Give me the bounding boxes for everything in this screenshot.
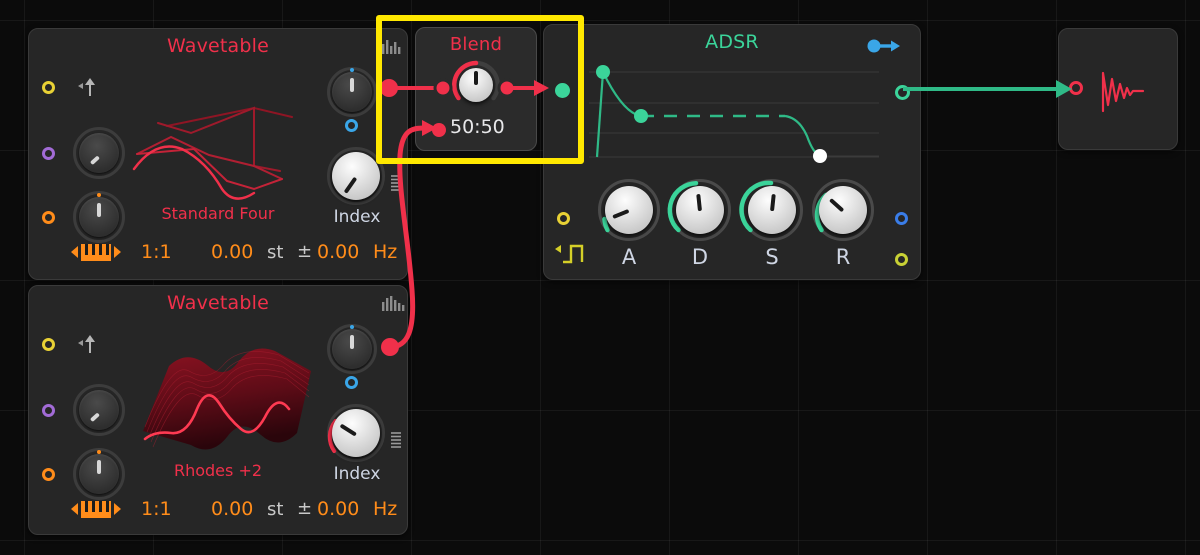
knob-label-d: D — [691, 245, 709, 269]
semitone-value[interactable]: 0.00 — [211, 241, 253, 263]
keyboard-tracking-icon[interactable] — [69, 241, 123, 263]
knob-blend[interactable] — [451, 60, 501, 110]
knob-index[interactable] — [327, 404, 385, 462]
decay-waveform-icon — [1099, 67, 1147, 113]
ratio-value[interactable]: 1:1 — [141, 241, 172, 263]
port-purple-in[interactable] — [42, 404, 55, 417]
port-blue-mod[interactable] — [345, 376, 358, 389]
index-slider-icon[interactable] — [390, 431, 402, 449]
port-yellow-in[interactable] — [42, 81, 55, 94]
port-blue-out[interactable] — [895, 212, 908, 225]
knob-attack[interactable] — [598, 179, 660, 241]
sync-arrow-icon[interactable] — [75, 332, 99, 356]
knob-shape[interactable] — [73, 127, 125, 179]
module-blend[interactable]: Blend 50:50 — [415, 27, 537, 151]
module-title: Wavetable — [166, 35, 270, 57]
keyboard-tracking-icon[interactable] — [69, 498, 123, 520]
spectrum-icon[interactable] — [381, 294, 405, 312]
index-slider-icon[interactable] — [390, 174, 402, 192]
ratio-value[interactable]: 1:1 — [141, 498, 172, 520]
gate-square-icon[interactable] — [554, 241, 588, 265]
module-wavetable-2[interactable]: Wavetable Rhodes +2 Index 1:1 0.00 st ± … — [28, 285, 408, 535]
knob-label-a: A — [621, 245, 637, 269]
port-yellow-in[interactable] — [42, 338, 55, 351]
knob-sustain[interactable] — [739, 179, 803, 241]
knob-shape[interactable] — [73, 384, 125, 436]
knob-release[interactable] — [812, 179, 874, 241]
port-green-trigger-in[interactable] — [555, 83, 570, 98]
semitone-unit: st — [267, 242, 284, 263]
sync-arrow-icon[interactable] — [75, 75, 99, 99]
port-purple-in[interactable] — [42, 147, 55, 160]
semitone-value[interactable]: 0.00 — [211, 498, 253, 520]
detune-unit: Hz — [373, 498, 398, 520]
spectrum-icon[interactable] — [381, 37, 405, 55]
knob-index[interactable] — [327, 147, 385, 205]
detune-unit: Hz — [373, 241, 398, 263]
port-yellow-out[interactable] — [895, 253, 908, 266]
envelope-graph[interactable] — [589, 61, 879, 165]
port-blend-mod-in[interactable] — [432, 123, 446, 137]
blue-arrow-icon[interactable] — [867, 35, 901, 57]
detune-prefix: ± — [297, 498, 313, 519]
detune-value[interactable]: 0.00 — [317, 241, 359, 263]
patch-canvas[interactable]: Wavetable Standard Four Index 1:1 0.00 s… — [0, 0, 1200, 555]
wavetable-display[interactable] — [129, 331, 329, 461]
port-green-out[interactable] — [895, 85, 910, 100]
wavetable-display[interactable] — [132, 71, 319, 201]
blend-value[interactable]: 50:50 — [450, 116, 505, 138]
knob-label-r: R — [835, 245, 851, 269]
module-output[interactable] — [1058, 28, 1178, 150]
knob-label-s: S — [765, 245, 779, 269]
module-wavetable-1[interactable]: Wavetable Standard Four Index 1:1 0.00 s… — [28, 28, 408, 280]
detune-prefix: ± — [297, 241, 313, 262]
semitone-unit: st — [267, 499, 284, 520]
module-adsr[interactable]: ADSR A D S R — [543, 24, 921, 280]
port-red-in[interactable] — [1069, 81, 1083, 95]
index-label: Index — [333, 207, 381, 227]
index-label: Index — [333, 464, 381, 484]
knob-decay[interactable] — [667, 179, 731, 241]
module-title: Blend — [449, 34, 503, 55]
module-title: ADSR — [705, 31, 759, 53]
module-title: Wavetable — [166, 292, 270, 314]
knob-index-mod[interactable] — [327, 324, 377, 374]
port-blue-mod[interactable] — [345, 119, 358, 132]
port-yellow-gate-in[interactable] — [557, 212, 570, 225]
detune-value[interactable]: 0.00 — [317, 498, 359, 520]
knob-index-mod[interactable] — [327, 67, 377, 117]
